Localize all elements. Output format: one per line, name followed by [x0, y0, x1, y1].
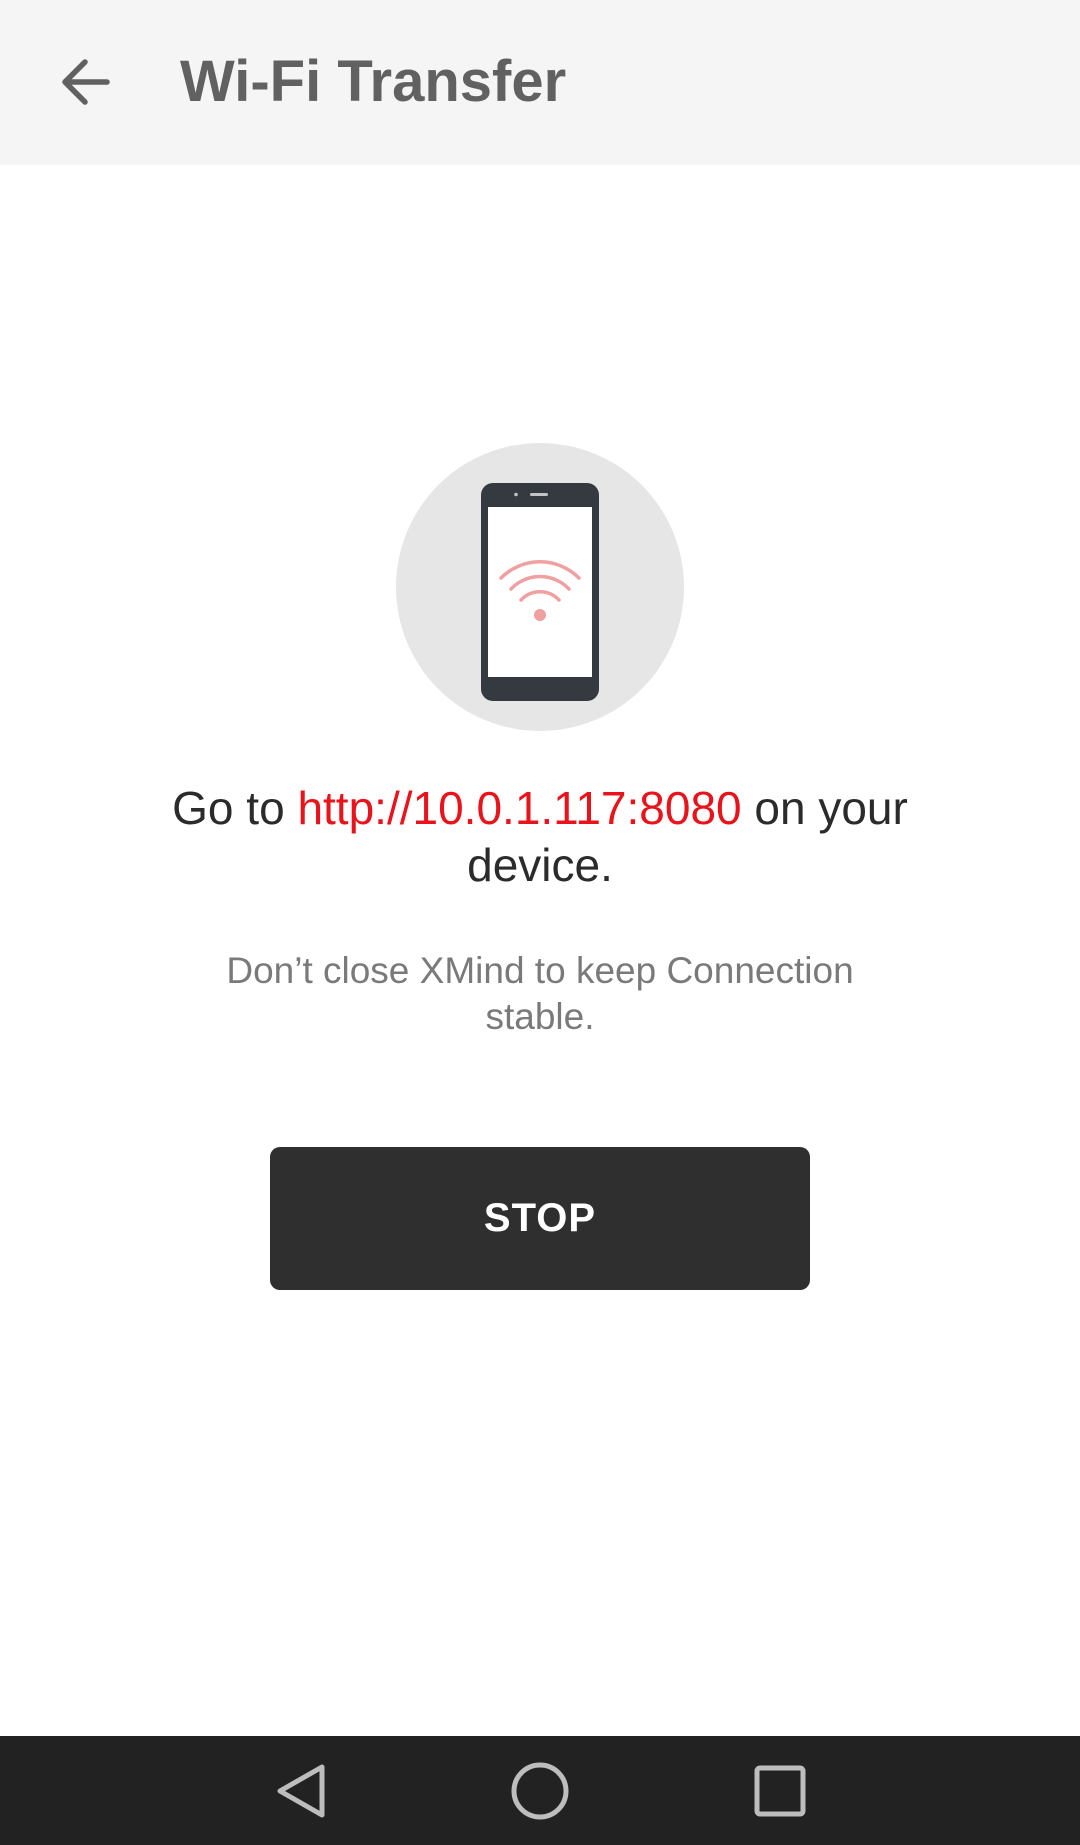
- nav-recents-icon: [754, 1765, 806, 1816]
- connection-note: Don’t close XMind to keep Connection sta…: [226, 950, 854, 1037]
- phone-wifi-icon: [481, 483, 599, 701]
- back-button[interactable]: [40, 42, 130, 122]
- instruction-text: Go to http://10.0.1.117:8080 on your dev…: [110, 780, 970, 894]
- server-url: http://10.0.1.117:8080: [297, 782, 742, 834]
- app-bar: Wi-Fi Transfer: [0, 0, 1080, 165]
- stop-button[interactable]: STOP: [270, 1147, 810, 1290]
- nav-home-icon: [511, 1762, 569, 1819]
- arrow-back-icon: [62, 59, 110, 105]
- nav-home-button[interactable]: [480, 1736, 600, 1845]
- system-nav-bar: [0, 1736, 1080, 1845]
- wifi-transfer-screen: Wi-Fi Transfer Go to http://10.0.1.117:8…: [0, 0, 1080, 1845]
- page-title: Wi-Fi Transfer: [180, 49, 567, 114]
- nav-back-button[interactable]: [240, 1736, 360, 1845]
- phone-wifi-illustration: [396, 443, 684, 731]
- nav-recents-button[interactable]: [720, 1736, 840, 1845]
- instruction-prefix: Go to: [172, 782, 298, 834]
- nav-back-icon: [277, 1764, 325, 1817]
